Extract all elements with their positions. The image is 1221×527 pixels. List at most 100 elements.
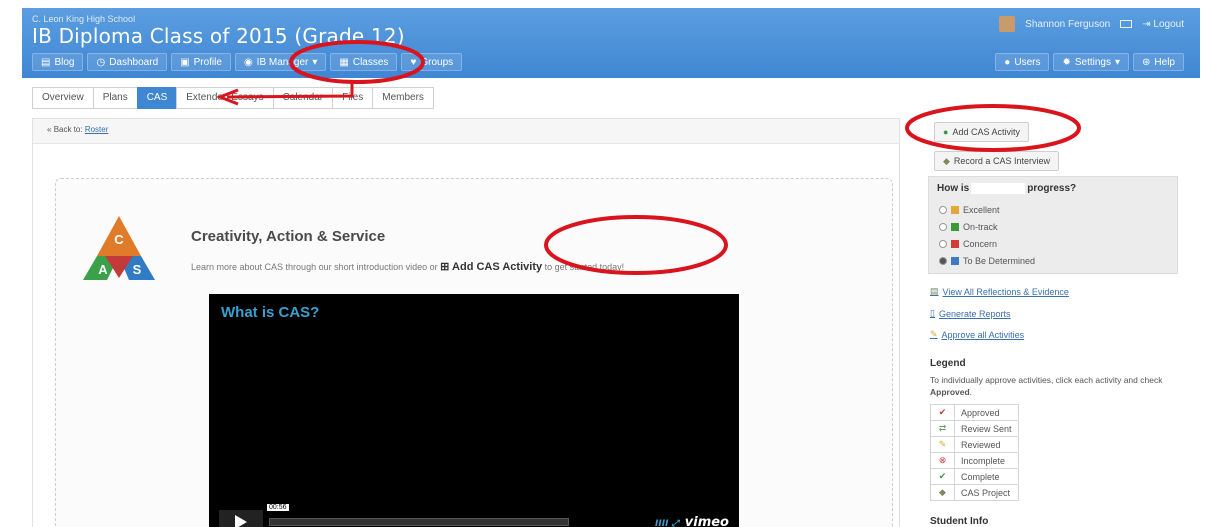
progress-option-on-track[interactable]: On-track (939, 222, 998, 232)
tbd-icon (951, 257, 959, 265)
mail-icon[interactable] (1120, 20, 1133, 28)
video-player[interactable]: What is CAS? 00:56 IIII ⤢ vimeo (209, 294, 739, 527)
nav-groups[interactable]: ♥ Groups (401, 53, 463, 71)
report-icon: ▯ (930, 308, 935, 318)
logout-link[interactable]: ⇥ Logout (1142, 19, 1184, 30)
nav-profile[interactable]: ▣ Profile (171, 53, 231, 71)
record-interview-button[interactable]: ◆ Record a CAS Interview (934, 151, 1059, 171)
check-icon: ✔ (930, 404, 955, 421)
classes-icon: ▦ (339, 56, 349, 68)
progress-option-tbd[interactable]: To Be Determined (939, 256, 1035, 266)
progress-option-concern[interactable]: Concern (939, 239, 997, 249)
avatar[interactable] (999, 16, 1016, 32)
plus-icon: ⊞ (440, 261, 450, 273)
flag-icon (951, 223, 959, 231)
interview-icon: ◆ (943, 156, 950, 166)
legend-table: ✔ Approved ⇄ Review Sent ✎ Reviewed ⊗ Incomp… (930, 404, 1019, 501)
play-button[interactable] (219, 510, 263, 527)
breadcrumb: « Back to: Roster (47, 125, 109, 134)
add-icon: ● (943, 127, 949, 137)
student-info-heading: Student Info (930, 516, 989, 527)
legend-description: To individually approve activities, clic… (930, 375, 1163, 397)
video-progress-track[interactable] (269, 518, 569, 526)
add-cas-activity-link[interactable]: ⊞ Add CAS Activity (440, 261, 542, 273)
tab-members[interactable]: Members (372, 87, 434, 109)
groups-icon: ♥ (410, 56, 417, 68)
x-circle-icon: ⊗ (930, 452, 955, 469)
tab-files[interactable]: Files (332, 87, 373, 109)
view-reflections-link[interactable]: ▤ View All Reflections & Evidence (930, 286, 1069, 297)
roster-link[interactable]: Roster (85, 125, 109, 134)
legend-row: ⇄ Review Sent (930, 420, 1019, 437)
main-panel: « Back to: Roster C A S Creativity, Acti… (32, 118, 900, 527)
legend-row: ◆ CAS Project (930, 484, 1019, 501)
radio[interactable] (939, 240, 947, 248)
legend-row: ⊗ Incomplete (930, 452, 1019, 469)
content-area: C A S Creativity, Action & Service Learn… (33, 143, 899, 527)
chevron-down-icon: ▾ (1115, 56, 1121, 68)
nav-help[interactable]: ⊛ Help (1133, 53, 1184, 71)
approve-icon: ✎ (930, 329, 938, 339)
tab-cas[interactable]: CAS (136, 87, 177, 109)
user-name[interactable]: Shannon Ferguson (1025, 19, 1110, 30)
help-icon: ⊛ (1142, 56, 1151, 68)
blog-icon: ▤ (41, 56, 51, 68)
approve-all-link[interactable]: ✎ Approve all Activities (930, 329, 1024, 340)
cas-subtitle: Learn more about CAS through our short i… (191, 261, 625, 273)
legend-row: ✔ Approved (930, 404, 1019, 421)
video-time: 00:56 (267, 504, 289, 511)
legend-row: ✔ Complete (930, 468, 1019, 485)
nav-dashboard[interactable]: ◷ Dashboard (87, 53, 168, 71)
gear-icon: ✹ (1062, 56, 1071, 68)
sidebar: ● Add CAS Activity ◆ Record a CAS Intervie… (924, 118, 1200, 527)
tab-calendar[interactable]: Calendar (272, 87, 333, 109)
nav-settings[interactable]: ✹ Settings ▾ (1053, 53, 1130, 71)
tab-bar: Overview Plans CAS Extended Essays Calen… (32, 87, 434, 109)
check-circle-icon: ✔ (930, 468, 955, 485)
student-name-blank (971, 183, 1026, 194)
progress-option-excellent[interactable]: Excellent (939, 205, 1000, 215)
nav-ib-manager[interactable]: ◉ IB Manager ▾ (234, 53, 327, 71)
list-icon: ▤ (930, 286, 939, 296)
review-sent-icon: ⇄ (930, 420, 955, 437)
globe-icon: ◉ (243, 56, 253, 68)
radio[interactable] (939, 223, 947, 231)
profile-icon: ▣ (180, 56, 190, 68)
app-header: C. Leon King High School IB Diploma Clas… (22, 8, 1200, 78)
back-arrow-icon: « (47, 125, 52, 134)
radio[interactable] (939, 206, 947, 214)
nav-blog[interactable]: ▤ Blog (32, 53, 84, 71)
play-icon (235, 515, 247, 527)
legend-title: Legend (930, 358, 966, 369)
logo-letter-a: A (98, 262, 108, 277)
cas-title: Creativity, Action & Service (191, 228, 386, 245)
logo-letter-c: C (114, 232, 124, 247)
dashboard-icon: ◷ (96, 56, 106, 68)
excellent-icon (951, 206, 959, 214)
nav-classes[interactable]: ▦ Classes (330, 53, 398, 71)
user-area: Shannon Ferguson ⇥ Logout (999, 16, 1184, 32)
tab-extended-essays[interactable]: Extended Essays (176, 87, 273, 109)
vimeo-brand[interactable]: IIII ⤢ vimeo (655, 515, 729, 527)
video-controls: 00:56 IIII ⤢ vimeo (219, 504, 729, 527)
concern-icon (951, 240, 959, 248)
video-title: What is CAS? (221, 304, 320, 321)
generate-reports-link[interactable]: ▯ Generate Reports (930, 308, 1011, 319)
hd-icon[interactable]: IIII ⤢ (655, 519, 679, 527)
tab-plans[interactable]: Plans (92, 87, 137, 109)
user-icon: ● (1004, 56, 1011, 68)
progress-title: How is progress? (937, 183, 1077, 195)
cas-logo-icon: C A S (83, 216, 155, 280)
tab-overview[interactable]: Overview (32, 87, 93, 109)
nav-right: ● Users ✹ Settings ▾ ⊛ Help (995, 53, 1184, 71)
add-cas-activity-button[interactable]: ● Add CAS Activity (934, 122, 1029, 142)
project-icon: ◆ (930, 484, 955, 501)
radio-selected[interactable] (939, 257, 947, 265)
main-nav: ▤ Blog ◷ Dashboard ▣ Profile ◉ IB Manager ▾ ▦… (32, 53, 463, 71)
school-name: C. Leon King High School (32, 14, 136, 24)
legend-row: ✎ Reviewed (930, 436, 1019, 453)
page-title: IB Diploma Class of 2015 (Grade 12) (32, 24, 405, 48)
progress-box: How is progress? Excellent On-track Conce… (928, 176, 1178, 274)
pencil-icon: ✎ (930, 436, 955, 453)
nav-users[interactable]: ● Users (995, 53, 1050, 71)
